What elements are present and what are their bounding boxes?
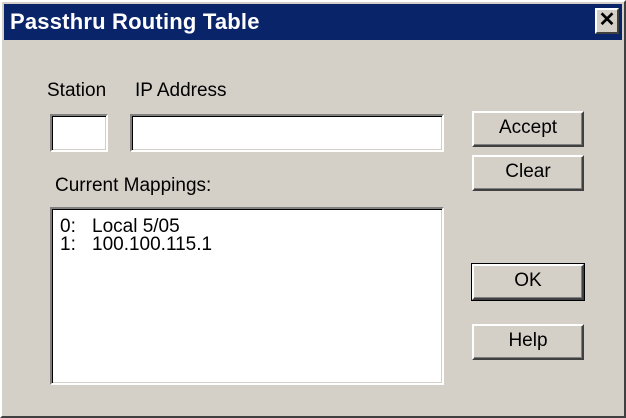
ip-address-field[interactable] [130,114,444,152]
close-button[interactable]: ✕ [595,8,619,34]
station-label: Station [47,80,107,101]
list-item-value: 100.100.115.1 [92,234,213,255]
list-item-index: 1: [60,234,76,255]
dialog-title: Passthru Routing Table [10,9,260,34]
ip-address-label: IP Address [135,80,227,101]
passthru-routing-dialog: Passthru Routing Table ✕ Station IP Addr… [0,0,626,418]
clear-button[interactable]: Clear [472,155,584,191]
close-icon: ✕ [598,9,616,31]
title-bar[interactable]: Passthru Routing Table ✕ [4,4,622,40]
help-button[interactable]: Help [472,324,584,360]
current-mappings-label: Current Mappings: [55,175,212,196]
mappings-list[interactable]: 0: Local 5/05 1: 100.100.115.1 [50,207,444,385]
accept-button[interactable]: Accept [472,111,584,147]
ok-button[interactable]: OK [471,263,585,301]
station-field[interactable] [50,114,108,152]
